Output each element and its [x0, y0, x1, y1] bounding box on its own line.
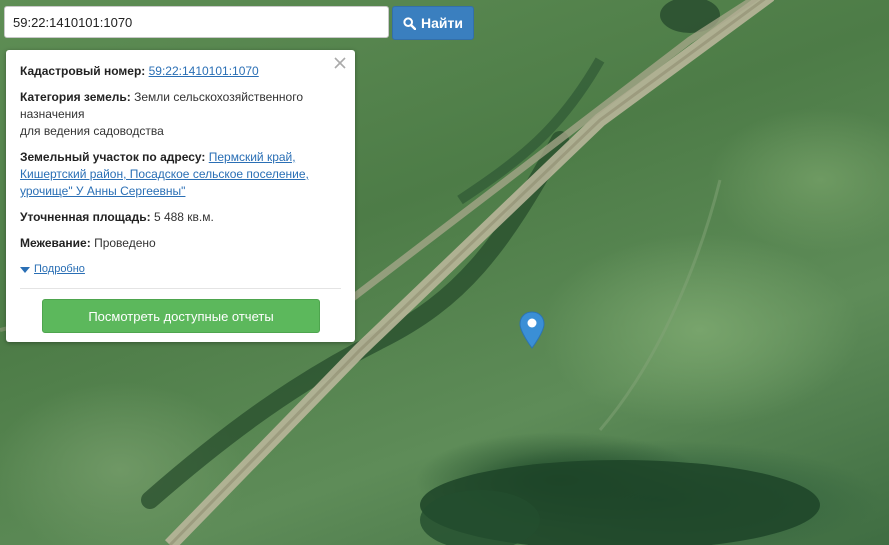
search-bar: 59:22:1410101:1070 Найти	[4, 6, 474, 40]
search-icon	[403, 16, 417, 30]
address-link-line3[interactable]: урочище" У Анны Сергеевны"	[20, 184, 185, 198]
survey-row: Межевание: Проведено	[20, 235, 341, 252]
survey-label: Межевание:	[20, 236, 91, 250]
view-reports-button[interactable]: Посмотреть доступные отчеты	[42, 299, 320, 333]
divider	[20, 288, 341, 289]
area-value: 5 488 кв.м.	[153, 210, 214, 224]
area-row: Уточненная площадь: 5 488 кв.м.	[20, 209, 341, 226]
category-value-line1: Земли сельскохозяйственного	[134, 90, 304, 104]
field-track	[598, 179, 722, 431]
search-button[interactable]: Найти	[392, 6, 474, 40]
address-link-line2[interactable]: Кишертский район, Посадское сельское пос…	[20, 167, 309, 181]
area-label: Уточненная площадь:	[20, 210, 151, 224]
address-label: Земельный участок по адресу:	[20, 150, 206, 164]
category-value-line3: для ведения садоводства	[20, 124, 164, 138]
location-marker[interactable]	[519, 311, 545, 354]
cadastral-label: Кадастровый номер:	[20, 64, 146, 78]
category-label: Категория земель:	[20, 90, 131, 104]
caret-down-icon	[20, 266, 30, 273]
address-row: Земельный участок по адресу: Пермский кр…	[20, 149, 341, 200]
details-toggle[interactable]: Подробно	[20, 261, 341, 278]
search-input[interactable]: 59:22:1410101:1070	[4, 6, 389, 38]
category-value-line2: назначения	[20, 107, 85, 121]
search-button-label: Найти	[421, 15, 463, 31]
land-category-row: Категория земель: Земли сельскохозяйстве…	[20, 89, 341, 140]
cadastral-number-link[interactable]: 59:22:1410101:1070	[149, 64, 259, 78]
survey-value: Проведено	[94, 236, 156, 250]
address-link-line1[interactable]: Пермский край,	[209, 150, 296, 164]
map-pin-icon	[519, 311, 545, 349]
close-icon	[334, 57, 346, 69]
close-button[interactable]	[333, 56, 347, 70]
cadastral-number-row: Кадастровый номер: 59:22:1410101:1070	[20, 63, 341, 80]
details-link[interactable]: Подробно	[34, 261, 85, 278]
parcel-info-popup: Кадастровый номер: 59:22:1410101:1070 Ка…	[6, 50, 355, 342]
